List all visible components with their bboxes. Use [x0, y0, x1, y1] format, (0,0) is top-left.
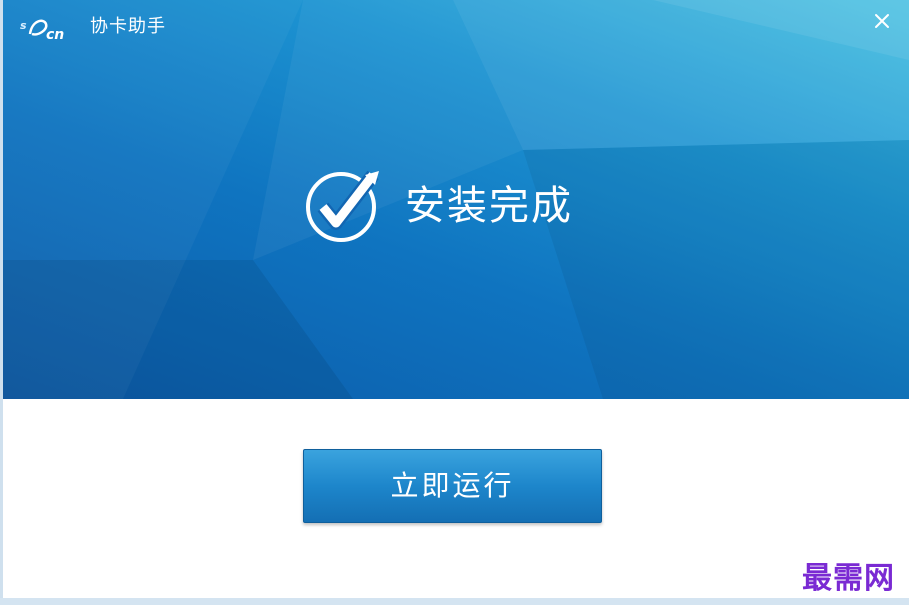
- close-button[interactable]: [871, 10, 893, 32]
- status-text: 安装完成: [405, 183, 573, 229]
- app-logo: s cn: [20, 19, 64, 43]
- bottom-edge: [0, 598, 909, 605]
- check-circle-icon: [306, 170, 379, 242]
- svg-text:cn: cn: [46, 27, 64, 43]
- watermark: 最需网: [802, 561, 895, 596]
- title-bar: s cn 协卡助手: [3, 0, 909, 52]
- run-now-button[interactable]: 立即运行: [303, 449, 602, 523]
- installer-window: s cn 协卡助手 安装完成 立即运行 最需网: [0, 0, 909, 605]
- svg-text:s: s: [20, 19, 27, 32]
- close-icon: [875, 14, 889, 28]
- app-title: 协卡助手: [90, 16, 166, 37]
- hero-banner: s cn 协卡助手 安装完成: [3, 0, 909, 399]
